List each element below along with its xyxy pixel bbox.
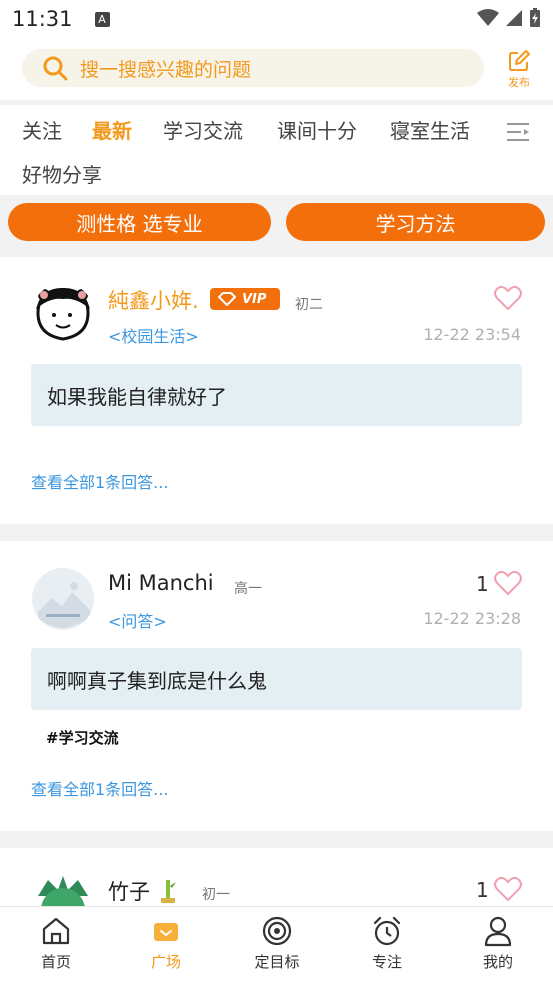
square-chat-icon [154, 923, 178, 941]
avatar-landscape-icon [32, 568, 94, 630]
view-answers-link[interactable]: 查看全部1条回答... [31, 469, 168, 493]
signal-icon [506, 10, 522, 26]
like-count: 1 [476, 878, 489, 902]
quick-buttons: 测性格 选专业 学习方法 [0, 195, 553, 251]
tab-break[interactable]: 课间十分 [277, 115, 357, 144]
nav-goal[interactable]: 定目标 [237, 915, 317, 972]
bamboo-badge-icon [161, 880, 176, 903]
heart-icon[interactable] [494, 876, 522, 902]
publish-button[interactable]: 发布 [503, 50, 535, 90]
edit-icon [509, 50, 530, 71]
post-text: 啊啊真子集到底是什么鬼 [47, 668, 267, 693]
post-card[interactable]: 純鑫小姩. VIP 初二 <校园生活> 12-22 23:54 如果我能自律就好… [0, 257, 553, 524]
avatar[interactable] [32, 568, 94, 630]
target-icon [262, 916, 292, 946]
post-content[interactable]: 啊啊真子集到底是什么鬼 [31, 648, 522, 710]
search-icon [43, 56, 68, 81]
grade-label: 初二 [295, 297, 323, 313]
grade-label: 高一 [234, 581, 262, 597]
status-time: 11:31 [12, 7, 73, 31]
heart-icon[interactable] [494, 285, 522, 311]
category-label[interactable]: <校园生活> [108, 323, 199, 347]
post-time: 12-22 23:54 [423, 325, 521, 344]
post-content[interactable]: 如果我能自律就好了 [31, 364, 522, 426]
status-bar: 11:31 A [0, 0, 553, 38]
battery-icon [530, 8, 540, 27]
category-label[interactable]: <问答> [108, 608, 167, 632]
search-row: 搜一搜感兴趣的问题 发布 [0, 38, 553, 100]
nav-profile[interactable]: 我的 [458, 915, 538, 972]
status-icons [477, 8, 541, 28]
nav-square[interactable]: 广场 [126, 915, 206, 972]
nav-home[interactable]: 首页 [16, 915, 96, 972]
post-time: 12-22 23:28 [423, 609, 521, 628]
study-method-button[interactable]: 学习方法 [286, 203, 545, 241]
grade-label: 初一 [202, 887, 230, 903]
username[interactable]: 竹子 [108, 876, 150, 906]
person-icon [484, 916, 512, 947]
search-placeholder: 搜一搜感兴趣的问题 [80, 58, 252, 81]
heart-icon[interactable] [494, 570, 522, 596]
tab-dorm[interactable]: 寝室生活 [390, 115, 470, 144]
bottom-nav: 首页 广场 定目标 专注 我的 [0, 906, 553, 984]
notification-icon: A [94, 11, 110, 27]
nav-focus[interactable]: 专注 [347, 915, 427, 972]
alarm-clock-icon [373, 916, 401, 946]
tab-follow[interactable]: 关注 [22, 115, 62, 144]
tabs-menu-icon[interactable] [505, 121, 531, 143]
diamond-icon [218, 292, 236, 306]
wifi-icon [477, 9, 499, 26]
tab-goods[interactable]: 好物分享 [22, 159, 102, 188]
nav-profile-label: 我的 [482, 953, 513, 971]
nav-goal-label: 定目标 [254, 953, 300, 971]
tab-study[interactable]: 学习交流 [163, 115, 243, 144]
tab-latest[interactable]: 最新 [92, 115, 132, 144]
avatar-character-icon [38, 876, 88, 906]
avatar[interactable] [32, 283, 94, 345]
like-count: 1 [476, 572, 489, 596]
personality-test-button[interactable]: 测性格 选专业 [8, 203, 271, 241]
avatar-cartoon-icon [36, 287, 90, 341]
post-card[interactable]: 竹子 初一 1 [0, 848, 553, 906]
avatar[interactable] [32, 874, 94, 906]
vip-label: VIP [242, 291, 267, 307]
vip-badge: VIP [210, 288, 280, 310]
search-input[interactable]: 搜一搜感兴趣的问题 [22, 49, 484, 87]
post-card[interactable]: Mi Manchi 高一 <问答> 1 12-22 23:28 啊啊真子集到底是… [0, 541, 553, 831]
nav-focus-label: 专注 [371, 953, 402, 971]
topic-tag[interactable]: #学习交流 [46, 727, 119, 748]
username[interactable]: Mi Manchi [108, 571, 214, 595]
view-answers-link[interactable]: 查看全部1条回答... [31, 776, 168, 800]
category-tabs: 关注 最新 学习交流 课间十分 寝室生活 好物分享 [0, 105, 553, 195]
publish-label: 发布 [508, 76, 530, 89]
nav-square-label: 广场 [150, 953, 181, 971]
nav-home-label: 首页 [40, 953, 71, 971]
username[interactable]: 純鑫小姩. [108, 285, 199, 315]
post-text: 如果我能自律就好了 [47, 384, 227, 409]
home-icon [42, 917, 70, 945]
